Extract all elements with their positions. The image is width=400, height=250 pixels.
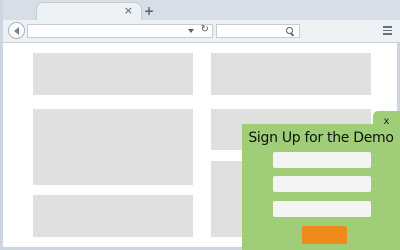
toolbar: ↻ (3, 20, 400, 43)
submit-button[interactable] (302, 226, 347, 244)
content-placeholder (33, 53, 193, 95)
content-placeholder (33, 195, 193, 237)
plus-icon[interactable]: + (144, 5, 154, 17)
signup-field-2[interactable] (273, 176, 371, 192)
reload-icon[interactable]: ↻ (201, 24, 209, 36)
search-icon[interactable] (286, 27, 293, 34)
popup-title: Sign Up for the Demo (248, 130, 394, 146)
back-icon[interactable] (8, 22, 25, 39)
dropdown-icon[interactable] (188, 29, 194, 33)
browser-tab[interactable]: × (37, 3, 141, 20)
close-icon[interactable]: × (124, 5, 133, 17)
menu-icon[interactable] (383, 26, 392, 35)
content-placeholder (33, 109, 193, 185)
signup-field-1[interactable] (273, 152, 371, 168)
search-input[interactable] (216, 24, 300, 38)
tab-strip: × + (3, 0, 400, 20)
signup-field-3[interactable] (273, 201, 371, 217)
content-placeholder (211, 53, 371, 95)
popup-close-button[interactable]: x (373, 111, 400, 127)
signup-popup: Sign Up for the Demo (242, 124, 400, 250)
address-bar[interactable]: ↻ (27, 24, 213, 38)
